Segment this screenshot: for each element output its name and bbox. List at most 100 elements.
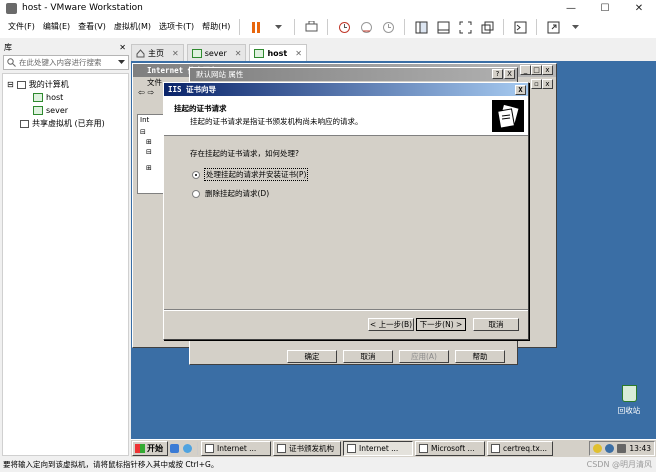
wizard-heading: 挂起的证书请求: [174, 104, 227, 113]
show-library-button[interactable]: [412, 18, 430, 36]
unity-button[interactable]: [478, 18, 496, 36]
back-arrow-icon[interactable]: ⇦: [133, 88, 145, 97]
minimize-icon[interactable]: _: [520, 65, 531, 75]
watermark: CSDN @明月清风: [586, 460, 652, 469]
close-icon[interactable]: x: [542, 79, 553, 89]
apply-button[interactable]: 应用(A): [399, 350, 449, 363]
vm-running-icon: [33, 106, 43, 115]
close-icon[interactable]: x: [542, 65, 553, 75]
menubar: 文件(F) 编辑(E) 查看(V) 虚拟机(M) 选项卡(T) 帮助(H): [0, 16, 656, 38]
revert-snapshot-button[interactable]: [357, 18, 375, 36]
close-icon[interactable]: X: [515, 84, 526, 95]
minimize-button[interactable]: —: [554, 0, 588, 16]
close-icon[interactable]: X: [504, 69, 515, 79]
library-close-icon[interactable]: ✕: [119, 43, 126, 52]
task-internet-1[interactable]: Internet ...: [201, 441, 271, 456]
guest-desktop[interactable]: Internet 信息服务 文件 ⇦ ⇨ Int ⊟ ⊞ ⊟ ⊞ _ □ x ▫…: [131, 61, 656, 457]
start-button[interactable]: 开始: [132, 441, 168, 456]
help-button[interactable]: 帮助: [455, 350, 505, 363]
tab-sever[interactable]: sever ✕: [186, 44, 247, 61]
task-app-icon: [419, 444, 428, 453]
menu-file[interactable]: 文件(F): [4, 18, 39, 36]
cancel-button[interactable]: 取消: [473, 318, 519, 331]
radio-delete-label: 删除挂起的请求(D): [205, 189, 270, 198]
iis-tree-expand-icon[interactable]: ⊞: [140, 138, 164, 146]
quick-launch-desktop-icon[interactable]: [183, 444, 192, 453]
tab-sever-label: sever: [204, 48, 227, 58]
revert-icon: [360, 21, 372, 33]
restore-icon[interactable]: □: [531, 65, 542, 75]
tray-warning-icon[interactable]: [593, 444, 603, 453]
tree-item-shared-vms[interactable]: 共享虚拟机 (已弃用): [3, 117, 128, 130]
tab-host[interactable]: host ✕: [249, 44, 307, 61]
pause-icon: [252, 21, 256, 33]
vm-icon: [254, 48, 265, 58]
radio-unselected-icon[interactable]: [192, 189, 200, 198]
iis-tree-expand-icon[interactable]: ⊟: [140, 148, 164, 156]
menu-edit[interactable]: 编辑(E): [39, 18, 74, 36]
close-window-button[interactable]: ✕: [622, 0, 656, 16]
menu-tabs[interactable]: 选项卡(T): [155, 18, 198, 36]
snapshot-button[interactable]: [335, 18, 353, 36]
tab-home[interactable]: 主页 ✕: [131, 44, 184, 61]
back-button[interactable]: < 上一步(B): [368, 318, 414, 331]
send-ctrl-alt-del-button[interactable]: [302, 18, 320, 36]
iis-tree-expand-icon[interactable]: ⊞: [140, 164, 164, 172]
task-certificate-authority[interactable]: 证书颁发机构: [273, 441, 341, 456]
library-search-input[interactable]: 在此处键入内容进行搜索: [3, 55, 129, 70]
next-button[interactable]: 下一步(N) >: [416, 318, 466, 331]
tree-item-sever[interactable]: sever: [3, 104, 128, 117]
search-dropdown-icon[interactable]: [118, 60, 125, 65]
snapshot-manager-icon: [382, 21, 394, 33]
windows-flag-icon: [135, 444, 145, 453]
menu-vm[interactable]: 虚拟机(M): [110, 18, 155, 36]
tree-item-my-computer[interactable]: ⊟ 我的计算机: [3, 78, 128, 91]
pause-dropdown-icon[interactable]: [269, 18, 287, 36]
tab-close-icon[interactable]: ✕: [172, 49, 179, 58]
library-tree: ⊟ 我的计算机 host sever 共享虚拟机 (已弃用): [2, 73, 129, 456]
task-label: Internet ...: [217, 444, 257, 453]
quick-launch-ie-icon[interactable]: [170, 444, 179, 453]
iis-tree-root[interactable]: Int: [140, 116, 164, 124]
stretch-guest-button[interactable]: [544, 18, 562, 36]
toolbar-separator: [239, 19, 241, 35]
restore-icon[interactable]: ▫: [531, 79, 542, 89]
menu-help[interactable]: 帮助(H): [198, 18, 234, 36]
tree-label-sever: sever: [46, 106, 69, 115]
iis-window-controls: _ □ x: [520, 65, 553, 75]
forward-arrow-icon[interactable]: ⇨: [148, 88, 155, 97]
pause-button[interactable]: [247, 18, 265, 36]
ok-button[interactable]: 确定: [287, 350, 337, 363]
help-icon[interactable]: ?: [492, 69, 503, 79]
shared-vm-icon: [20, 119, 29, 128]
console-view-button[interactable]: [511, 18, 529, 36]
guest-taskbar: 开始 Internet ... 证书颁发机构 Internet ... Micr…: [131, 439, 656, 457]
full-screen-button[interactable]: [456, 18, 474, 36]
stretch-dropdown-icon[interactable]: [566, 18, 584, 36]
tab-close-icon[interactable]: ✕: [235, 49, 242, 58]
thumbnail-bar-button[interactable]: [434, 18, 452, 36]
iis-tree-expand-icon[interactable]: ⊟: [140, 128, 164, 136]
collapse-icon[interactable]: ⊟: [7, 80, 14, 89]
task-internet-2[interactable]: Internet ...: [343, 441, 413, 456]
radio-delete-request[interactable]: 删除挂起的请求(D): [192, 188, 269, 199]
task-microsoft[interactable]: Microsoft ...: [415, 441, 485, 456]
clock-icon: [338, 21, 350, 33]
desktop-recycle-bin[interactable]: 回收站: [612, 385, 646, 416]
cancel-button[interactable]: 取消: [343, 350, 393, 363]
radio-selected-icon[interactable]: [192, 170, 200, 179]
tab-close-icon[interactable]: ✕: [295, 49, 302, 58]
wizard-header: 挂起的证书请求 挂起的证书请求是指证书颁发机构尚未响应的请求。: [164, 96, 528, 136]
wizard-titlebar: IIS 证书向导 X: [164, 83, 528, 96]
tray-network-icon[interactable]: [617, 444, 627, 453]
tray-help-icon[interactable]: [605, 444, 615, 453]
tree-item-host[interactable]: host: [3, 91, 128, 104]
maximize-button[interactable]: ☐: [588, 0, 622, 16]
task-label: 证书颁发机构: [289, 444, 334, 453]
statusbar-text: 要将输入定向到该虚拟机，请将鼠标指针移入其中或按 Ctrl+G。: [3, 460, 219, 469]
fullscreen-icon: [459, 21, 472, 33]
task-certreq[interactable]: certreq.tx...: [487, 441, 553, 456]
snapshot-manager-button[interactable]: [379, 18, 397, 36]
menu-view[interactable]: 查看(V): [74, 18, 110, 36]
radio-process-request[interactable]: 处理挂起的请求并安装证书(P): [192, 168, 309, 181]
